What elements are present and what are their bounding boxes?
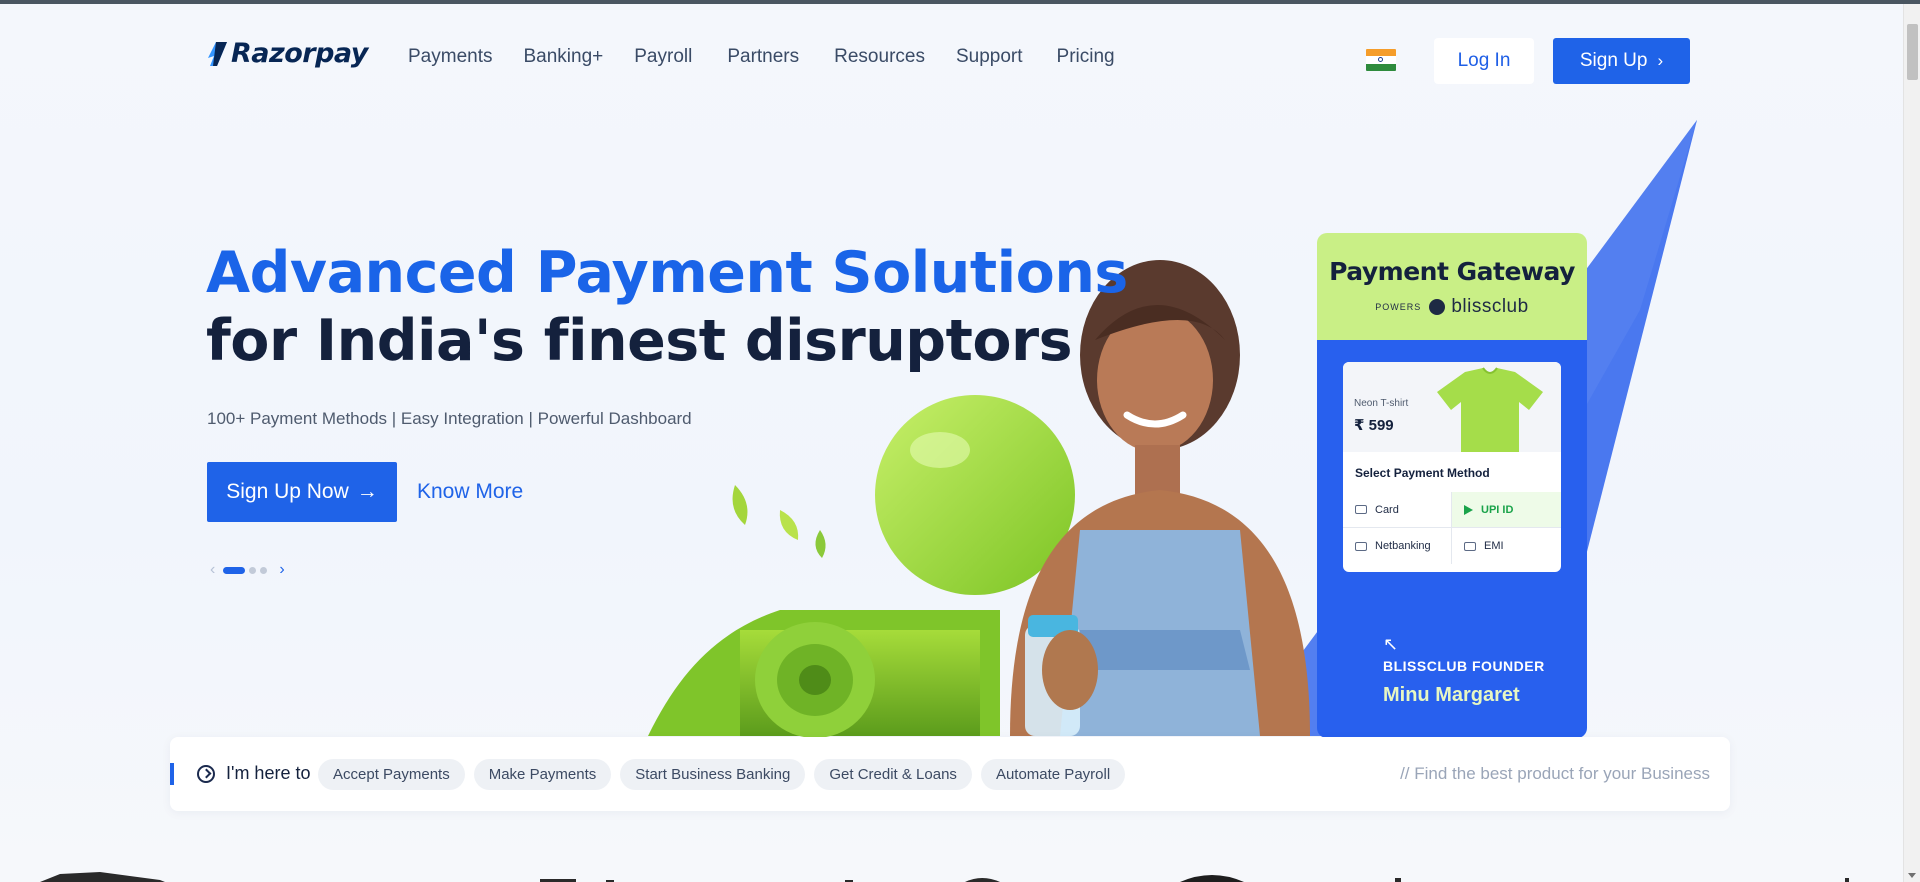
founder-name: Minu Margaret: [1383, 684, 1520, 706]
intent-hint: // Find the best product for your Busine…: [1400, 764, 1710, 783]
scroll-down-arrow-icon[interactable]: [1908, 873, 1916, 878]
nav-partners[interactable]: Partners: [727, 46, 799, 68]
nav-support[interactable]: Support: [956, 46, 1023, 68]
carousel-dot[interactable]: [249, 566, 257, 574]
emi-icon: [1464, 541, 1476, 551]
payment-option-label: Card: [1375, 503, 1399, 516]
chip-start-business-banking[interactable]: Start Business Banking: [620, 759, 806, 790]
bank-icon: [1355, 541, 1367, 551]
carousel-dot-active[interactable]: [223, 566, 246, 574]
payment-option-emi[interactable]: EMI: [1452, 528, 1561, 564]
razorpay-logo[interactable]: Razorpay: [207, 38, 368, 69]
page-scrollbar[interactable]: [1903, 4, 1920, 882]
select-payment-method-label: Select Payment Method: [1355, 466, 1490, 480]
card-icon: [1355, 505, 1367, 514]
intent-label: I'm here to: [226, 763, 311, 783]
logo-text: Razorpay: [231, 38, 368, 69]
login-button[interactable]: Log In: [1434, 38, 1534, 84]
payment-gateway-title: Payment Gateway: [1329, 257, 1575, 286]
blissclub-brand: blissclub: [1451, 296, 1529, 317]
payment-option-label: EMI: [1484, 540, 1504, 552]
chip-make-payments[interactable]: Make Payments: [473, 759, 612, 790]
nav-banking[interactable]: Banking+: [523, 46, 603, 68]
chevron-right-icon: ›: [1657, 51, 1664, 70]
compass-icon: [197, 765, 215, 783]
nav-payments[interactable]: Payments: [408, 46, 492, 68]
scrollbar-thumb[interactable]: [1907, 24, 1918, 80]
payment-option-netbanking[interactable]: Netbanking: [1343, 528, 1452, 564]
intent-bar: I'm here to Accept Payments Make Payment…: [170, 737, 1730, 811]
signup-label: Sign Up: [1579, 50, 1648, 71]
chevron-left-icon[interactable]: ‹: [210, 561, 215, 579]
powers-label: POWERS: [1375, 302, 1422, 312]
signup-button[interactable]: Sign Up ›: [1553, 38, 1690, 84]
product-name: Neon T-shirt: [1354, 398, 1409, 409]
sign-up-now-button[interactable]: Sign Up Now →: [207, 462, 397, 522]
blissclub-logo-icon: [1429, 299, 1446, 315]
hero-title-line1: Advanced Payment Solutions: [206, 240, 1128, 306]
nav-pricing[interactable]: Pricing: [1057, 46, 1115, 68]
hero-title-line2: for India's finest disruptors: [206, 308, 1073, 374]
payment-method-grid: Card UPI ID Netbanking EMI: [1343, 492, 1561, 572]
main-nav: Payments Banking+ Payroll Partners Resou…: [408, 46, 1146, 68]
product-preview: Neon T-shirt ₹ 599: [1343, 362, 1561, 452]
hero-subtitle: 100+ Payment Methods | Easy Integration …: [207, 409, 692, 428]
founder-label: BLISSCLUB FOUNDER: [1383, 658, 1545, 674]
tshirt-icon: [1437, 367, 1543, 452]
checkout-widget: Neon T-shirt ₹ 599 Select Payment Method…: [1343, 362, 1561, 572]
chip-accept-payments[interactable]: Accept Payments: [318, 759, 465, 790]
chip-get-credit-loans[interactable]: Get Credit & Loans: [814, 759, 972, 790]
payment-option-label: UPI ID: [1481, 503, 1514, 516]
upi-icon: [1464, 504, 1473, 515]
intent-accent-bar: [170, 763, 174, 785]
arrow-up-left-icon: ↖: [1383, 634, 1399, 654]
nav-payroll[interactable]: Payroll: [634, 46, 692, 68]
login-label: Log In: [1457, 50, 1511, 71]
payment-option-upi[interactable]: UPI ID: [1452, 492, 1561, 528]
arrow-right-icon: →: [356, 480, 378, 503]
india-flag-icon[interactable]: [1366, 49, 1396, 71]
powers-row: POWERS blissclub: [1317, 296, 1587, 318]
hero-carousel-controls: ‹ ›: [210, 561, 285, 579]
razorpay-logo-icon: [208, 41, 227, 66]
carousel-dot[interactable]: [260, 566, 268, 574]
site-header: Razorpay Payments Banking+ Payroll Partn…: [0, 4, 1903, 108]
chevron-right-icon[interactable]: ›: [279, 561, 284, 579]
sign-up-now-label: Sign Up Now: [226, 480, 349, 503]
payment-gateway-card-header: Payment Gateway POWERS blissclub: [1317, 233, 1587, 340]
intent-chips: Accept Payments Make Payments Start Busi…: [318, 759, 1134, 790]
payment-option-label: Netbanking: [1375, 540, 1431, 552]
chip-automate-payroll[interactable]: Automate Payroll: [980, 759, 1126, 790]
payment-gateway-card: Payment Gateway POWERS blissclub Neon T-…: [1317, 233, 1587, 738]
product-price: ₹ 599: [1354, 417, 1394, 434]
payment-gateway-card-body: Neon T-shirt ₹ 599 Select Payment Method…: [1317, 340, 1587, 738]
payment-option-card[interactable]: Card: [1343, 492, 1452, 528]
partner-logos-strip: [40, 872, 1849, 882]
know-more-link[interactable]: Know More: [417, 480, 523, 504]
nav-resources[interactable]: Resources: [834, 46, 925, 68]
